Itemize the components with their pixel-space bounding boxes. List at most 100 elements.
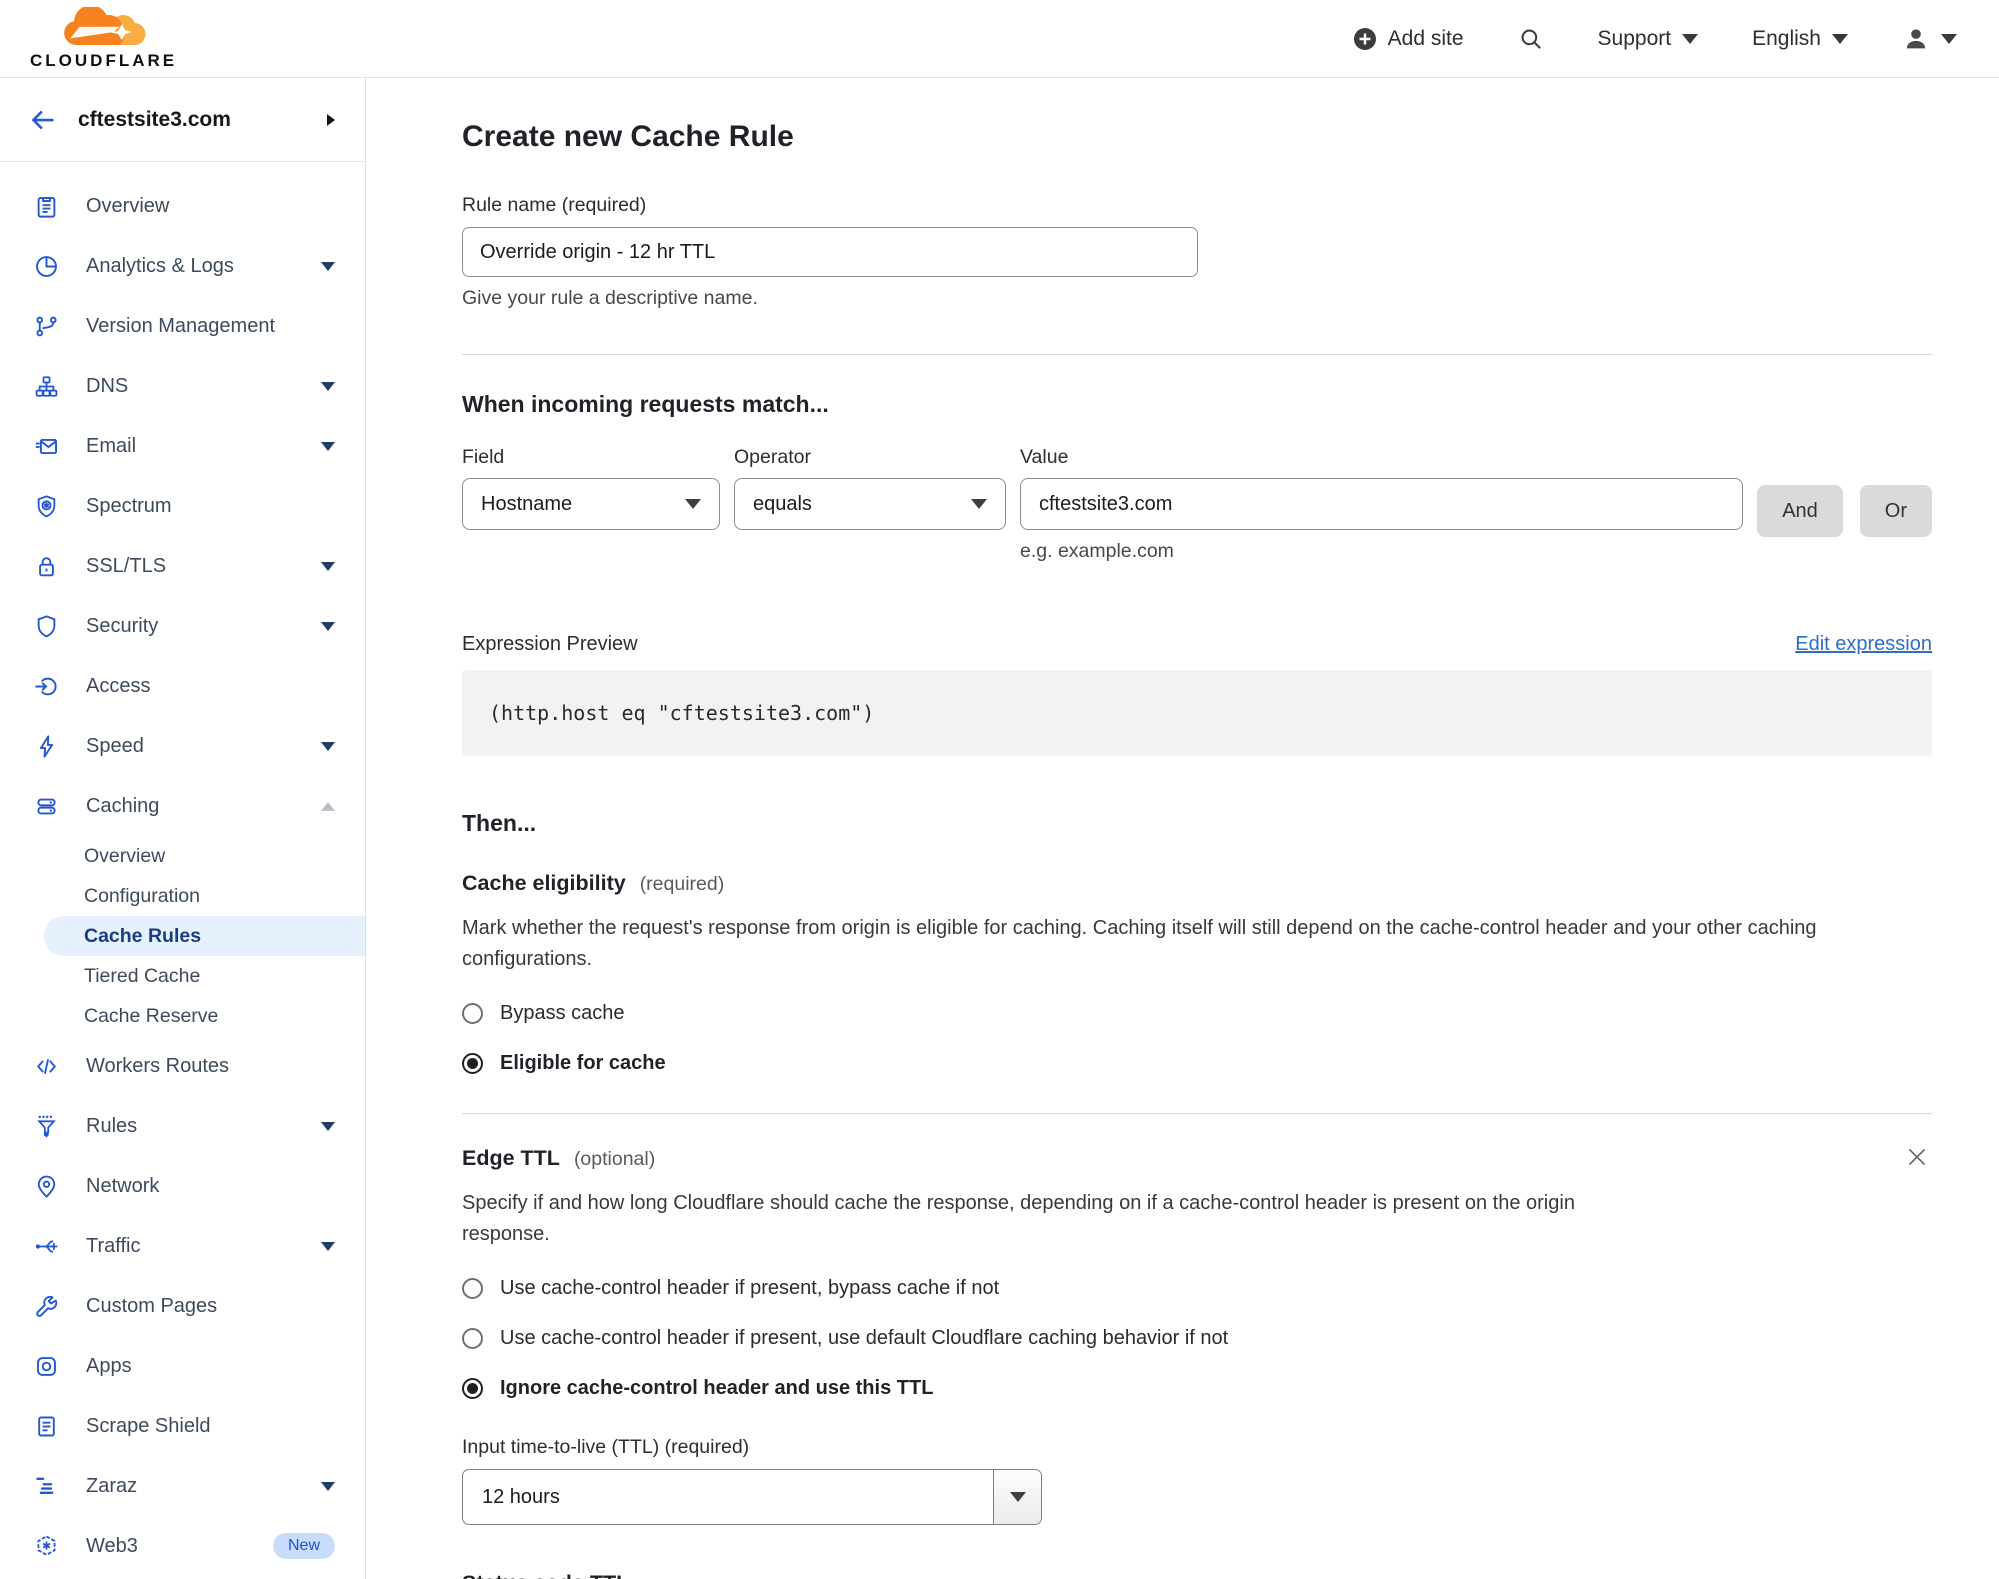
operator-select[interactable]: equals — [734, 478, 1006, 530]
chevron-down-icon — [321, 621, 335, 631]
document-icon — [32, 1412, 60, 1440]
page-title: Create new Cache Rule — [462, 120, 794, 153]
zaraz-bars-icon — [32, 1472, 60, 1500]
sitemap-icon — [32, 372, 60, 400]
new-badge: New — [272, 1533, 335, 1559]
sidebar-item-network[interactable]: Network — [0, 1156, 365, 1216]
plus-circle-icon — [1353, 27, 1377, 51]
sidebar-item-rules[interactable]: Rules — [0, 1096, 365, 1156]
sidebar-item-spectrum[interactable]: Spectrum — [0, 476, 365, 536]
cache-eligibility-heading: Cache eligibility — [462, 871, 626, 895]
search-icon — [1518, 26, 1544, 52]
back-arrow-icon[interactable] — [28, 105, 58, 135]
expression-code: (http.host eq "cftestsite3.com") — [462, 670, 1932, 756]
sidebar: cftestsite3.com Overview Analytics & Log… — [0, 78, 366, 1579]
sidebar-item-workers-routes[interactable]: Workers Routes — [0, 1036, 365, 1096]
close-icon[interactable] — [1904, 1144, 1930, 1170]
section-divider — [462, 354, 1932, 355]
sidebar-item-access[interactable]: Access — [0, 656, 365, 716]
match-heading: When incoming requests match... — [462, 391, 829, 417]
sidebar-subitem-tiered-cache[interactable]: Tiered Cache — [44, 956, 365, 996]
chevron-down-icon — [321, 1481, 335, 1491]
chevron-down-icon — [321, 381, 335, 391]
edit-expression-link[interactable]: Edit expression — [1795, 633, 1932, 656]
cloudflare-wordmark: CLOUDFLARE — [30, 50, 178, 70]
app-box-icon — [32, 1352, 60, 1380]
search-button[interactable] — [1518, 26, 1544, 52]
support-menu[interactable]: Support — [1598, 27, 1699, 51]
bypass-cache-radio[interactable]: Bypass cache — [462, 1002, 1932, 1025]
chevron-down-icon — [1832, 33, 1848, 44]
sidebar-item-ssl-tls[interactable]: SSL/TLS — [0, 536, 365, 596]
sidebar-subitem-caching-overview[interactable]: Overview — [44, 836, 365, 876]
sidebar-header: cftestsite3.com — [0, 78, 365, 162]
sidebar-item-apps[interactable]: Apps — [0, 1336, 365, 1396]
sidebar-subitem-cache-rules[interactable]: Cache Rules — [44, 916, 365, 956]
edge-ttl-section: Edge TTL (optional) Specify if and how l… — [462, 1113, 1932, 1579]
language-menu[interactable]: English — [1752, 27, 1848, 51]
site-name[interactable]: cftestsite3.com — [78, 108, 307, 132]
sidebar-item-caching[interactable]: Caching — [0, 776, 365, 836]
chevron-right-icon[interactable] — [327, 113, 335, 126]
sidebar-item-web3[interactable]: Web3 New — [0, 1516, 365, 1576]
and-button[interactable]: And — [1757, 485, 1843, 537]
edge-ttl-option-2-radio[interactable]: Use cache-control header if present, use… — [462, 1327, 1932, 1350]
dropdown-button[interactable] — [993, 1470, 1041, 1524]
sidebar-subitem-configuration[interactable]: Configuration — [44, 876, 365, 916]
sidebar-item-speed[interactable]: Speed — [0, 716, 365, 776]
sidebar-item-analytics-logs[interactable]: Analytics & Logs — [0, 236, 365, 296]
chevron-down-icon — [1009, 1492, 1026, 1502]
sidebar-subitem-cache-reserve[interactable]: Cache Reserve — [44, 996, 365, 1036]
or-button[interactable]: Or — [1859, 485, 1932, 537]
optional-tag: (optional) — [573, 1148, 656, 1170]
sidebar-item-zaraz[interactable]: Zaraz — [0, 1456, 365, 1516]
then-heading: Then... — [462, 810, 537, 836]
rule-name-helper: Give your rule a descriptive name. — [462, 287, 758, 309]
sidebar-item-scrape-shield[interactable]: Scrape Shield — [0, 1396, 365, 1456]
value-helper: e.g. example.com — [1020, 540, 1174, 562]
sidebar-item-traffic[interactable]: Traffic — [0, 1216, 365, 1276]
add-site-button[interactable]: Add site — [1353, 27, 1464, 51]
sidebar-item-security[interactable]: Security — [0, 596, 365, 656]
expression-preview-label: Expression Preview — [462, 633, 638, 655]
cache-eligibility-description: Mark whether the request's response from… — [462, 917, 1817, 970]
value-label: Value — [1020, 446, 1069, 468]
account-menu[interactable] — [1902, 25, 1957, 53]
code-brackets-icon — [32, 1052, 60, 1080]
chevron-down-icon — [321, 741, 335, 751]
rule-name-input[interactable] — [462, 227, 1198, 277]
web3-hexagon-icon — [32, 1532, 60, 1560]
login-arrow-icon — [32, 672, 60, 700]
lightning-icon — [32, 732, 60, 760]
sidebar-item-overview[interactable]: Overview — [0, 176, 365, 236]
sidebar-nav: Overview Analytics & Logs Version Manage… — [0, 162, 365, 1576]
sidebar-item-dns[interactable]: DNS — [0, 356, 365, 416]
top-bar: CLOUDFLARE Add site Support English — [0, 0, 1999, 78]
edge-ttl-option-3-radio[interactable]: Ignore cache-control header and use this… — [462, 1377, 1932, 1400]
pie-chart-icon — [32, 252, 60, 280]
field-label: Field — [462, 446, 505, 468]
radio-unchecked-icon — [462, 1278, 483, 1299]
value-input[interactable] — [1020, 478, 1744, 530]
ttl-select[interactable]: 12 hours — [462, 1469, 1042, 1525]
shield-icon — [32, 612, 60, 640]
main-content: Create new Cache Rule Rule name (require… — [366, 78, 1999, 1579]
chevron-down-icon — [1941, 33, 1957, 44]
shield-asterisk-icon — [32, 492, 60, 520]
user-icon — [1902, 25, 1930, 53]
top-bar-menu: Add site Support English — [1353, 25, 1957, 53]
sidebar-item-email[interactable]: Email — [0, 416, 365, 476]
radio-checked-icon — [462, 1053, 483, 1074]
radio-checked-icon — [462, 1378, 483, 1399]
cloudflare-logo[interactable]: CLOUDFLARE — [30, 4, 178, 71]
field-select[interactable]: Hostname — [462, 478, 720, 530]
sidebar-item-custom-pages[interactable]: Custom Pages — [0, 1276, 365, 1336]
wrench-icon — [32, 1292, 60, 1320]
eligible-for-cache-radio[interactable]: Eligible for cache — [462, 1052, 1932, 1075]
git-branch-icon — [32, 312, 60, 340]
sidebar-item-version-management[interactable]: Version Management — [0, 296, 365, 356]
edge-ttl-description: Specify if and how long Cloudflare shoul… — [462, 1192, 1575, 1245]
rule-name-label: Rule name (required) — [462, 194, 647, 216]
padlock-icon — [32, 552, 60, 580]
edge-ttl-option-1-radio[interactable]: Use cache-control header if present, byp… — [462, 1277, 1932, 1300]
